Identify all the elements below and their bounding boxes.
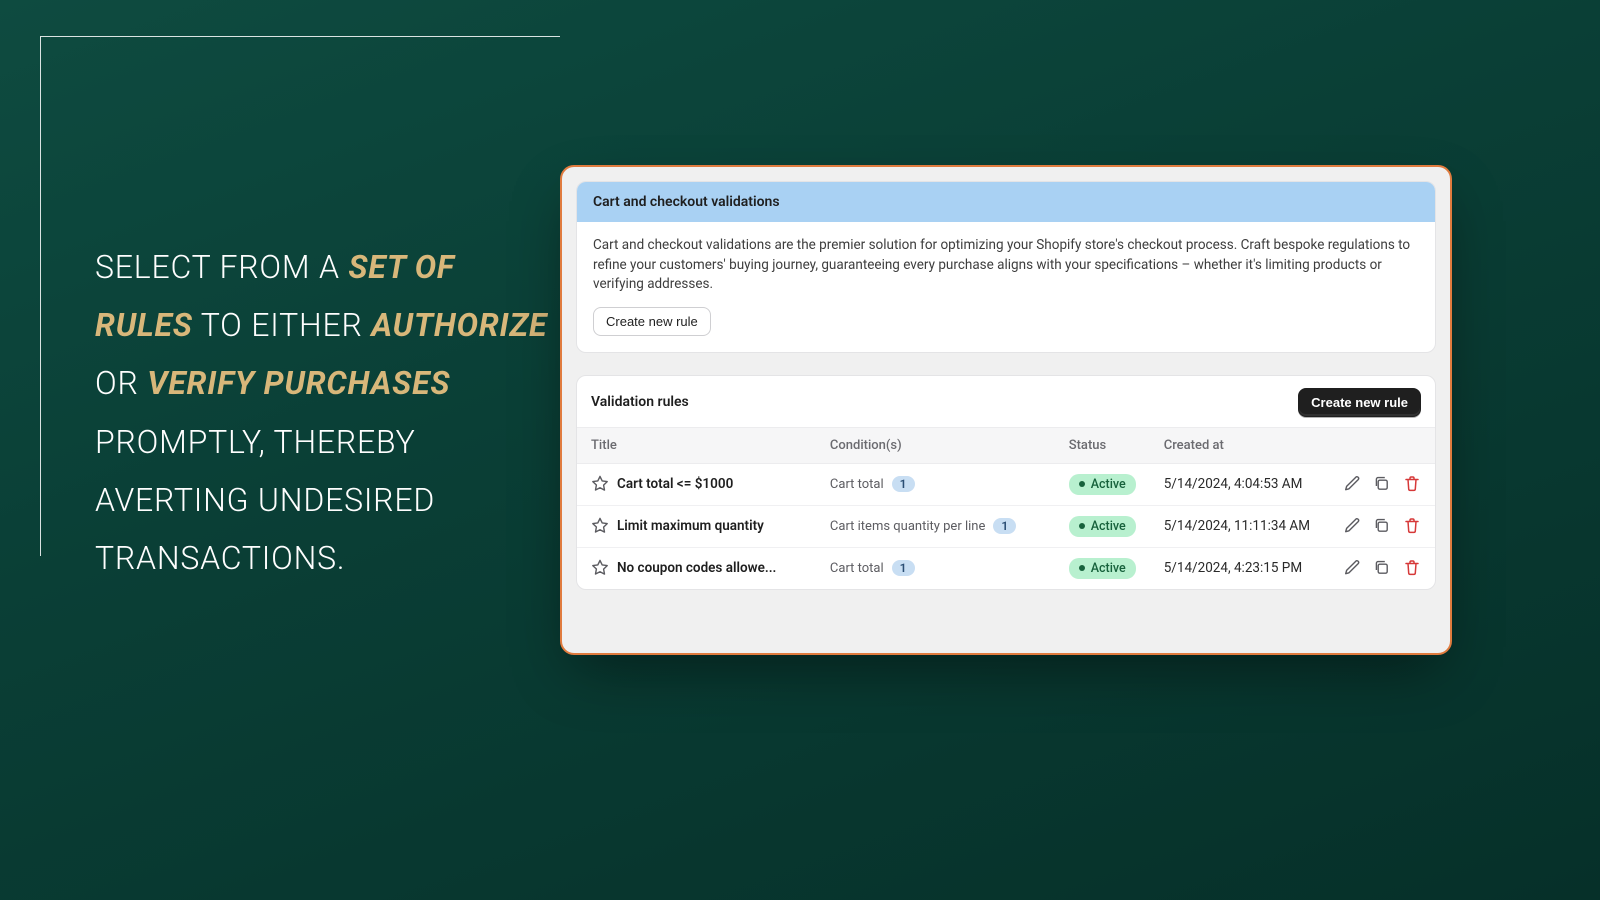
duplicate-icon[interactable] xyxy=(1373,517,1391,535)
intro-card-title: Cart and checkout validations xyxy=(577,182,1435,222)
delete-icon[interactable] xyxy=(1403,475,1421,493)
status-badge: Active xyxy=(1069,558,1136,579)
delete-icon[interactable] xyxy=(1403,559,1421,577)
table-row: No coupon codes allowe... Cart total 1 A… xyxy=(577,547,1435,589)
rule-condition-text: Cart total xyxy=(830,477,884,492)
hero-text: OR xyxy=(95,364,147,402)
rule-condition-count: 1 xyxy=(892,560,915,576)
rules-table: Title Condition(s) Status Created at Car… xyxy=(577,427,1435,589)
rule-title[interactable]: Cart total <= $1000 xyxy=(617,476,733,492)
status-dot-icon xyxy=(1079,523,1085,529)
table-row: Limit maximum quantity Cart items quanti… xyxy=(577,505,1435,547)
column-header-title: Title xyxy=(577,427,816,463)
hero-text: TO EITHER xyxy=(193,306,372,344)
star-icon[interactable] xyxy=(591,475,609,493)
column-header-actions xyxy=(1329,427,1435,463)
status-dot-icon xyxy=(1079,565,1085,571)
rule-condition-count: 1 xyxy=(892,476,915,492)
intro-card-body: Cart and checkout validations are the pr… xyxy=(593,236,1419,295)
rule-title[interactable]: No coupon codes allowe... xyxy=(617,560,776,576)
hero-emphasis: AUTHORIZE xyxy=(371,306,547,344)
column-header-status: Status xyxy=(1055,427,1150,463)
duplicate-icon[interactable] xyxy=(1373,559,1391,577)
rule-condition-count: 1 xyxy=(993,518,1016,534)
create-rule-button-primary[interactable]: Create new rule xyxy=(1298,388,1421,417)
rule-title[interactable]: Limit maximum quantity xyxy=(617,518,764,534)
table-row: Cart total <= $1000 Cart total 1 Active … xyxy=(577,463,1435,505)
rule-created-at: 5/14/2024, 4:04:53 AM xyxy=(1164,476,1303,492)
edit-icon[interactable] xyxy=(1343,559,1361,577)
status-label: Active xyxy=(1091,519,1126,534)
hero-copy: SELECT FROM A SET OF RULES TO EITHER AUT… xyxy=(95,238,555,587)
app-panel: Cart and checkout validations Cart and c… xyxy=(560,165,1452,655)
rule-created-at: 5/14/2024, 4:23:15 PM xyxy=(1164,560,1302,576)
create-rule-button[interactable]: Create new rule xyxy=(593,307,711,336)
star-icon[interactable] xyxy=(591,559,609,577)
status-label: Active xyxy=(1091,477,1126,492)
status-dot-icon xyxy=(1079,481,1085,487)
delete-icon[interactable] xyxy=(1403,517,1421,535)
star-icon[interactable] xyxy=(591,517,609,535)
duplicate-icon[interactable] xyxy=(1373,475,1391,493)
rule-created-at: 5/14/2024, 11:11:34 AM xyxy=(1164,518,1310,534)
edit-icon[interactable] xyxy=(1343,475,1361,493)
intro-card: Cart and checkout validations Cart and c… xyxy=(576,181,1436,353)
hero-text: PROMPTLY, THEREBY AVERTING UNDESIRED TRA… xyxy=(95,423,435,577)
hero-emphasis: VERIFY PURCHASES xyxy=(147,364,450,402)
rule-condition-text: Cart total xyxy=(830,561,884,576)
column-header-conditions: Condition(s) xyxy=(816,427,1055,463)
edit-icon[interactable] xyxy=(1343,517,1361,535)
status-badge: Active xyxy=(1069,474,1136,495)
hero-text: SELECT FROM A xyxy=(95,248,348,286)
status-badge: Active xyxy=(1069,516,1136,537)
create-rule-button-primary-label: Create new rule xyxy=(1311,395,1408,410)
status-label: Active xyxy=(1091,561,1126,576)
column-header-created: Created at xyxy=(1150,427,1329,463)
rules-card: Validation rules Create new rule Title C… xyxy=(576,375,1436,590)
rules-heading: Validation rules xyxy=(591,394,689,410)
create-rule-button-label: Create new rule xyxy=(606,314,698,329)
rule-condition-text: Cart items quantity per line xyxy=(830,519,985,534)
